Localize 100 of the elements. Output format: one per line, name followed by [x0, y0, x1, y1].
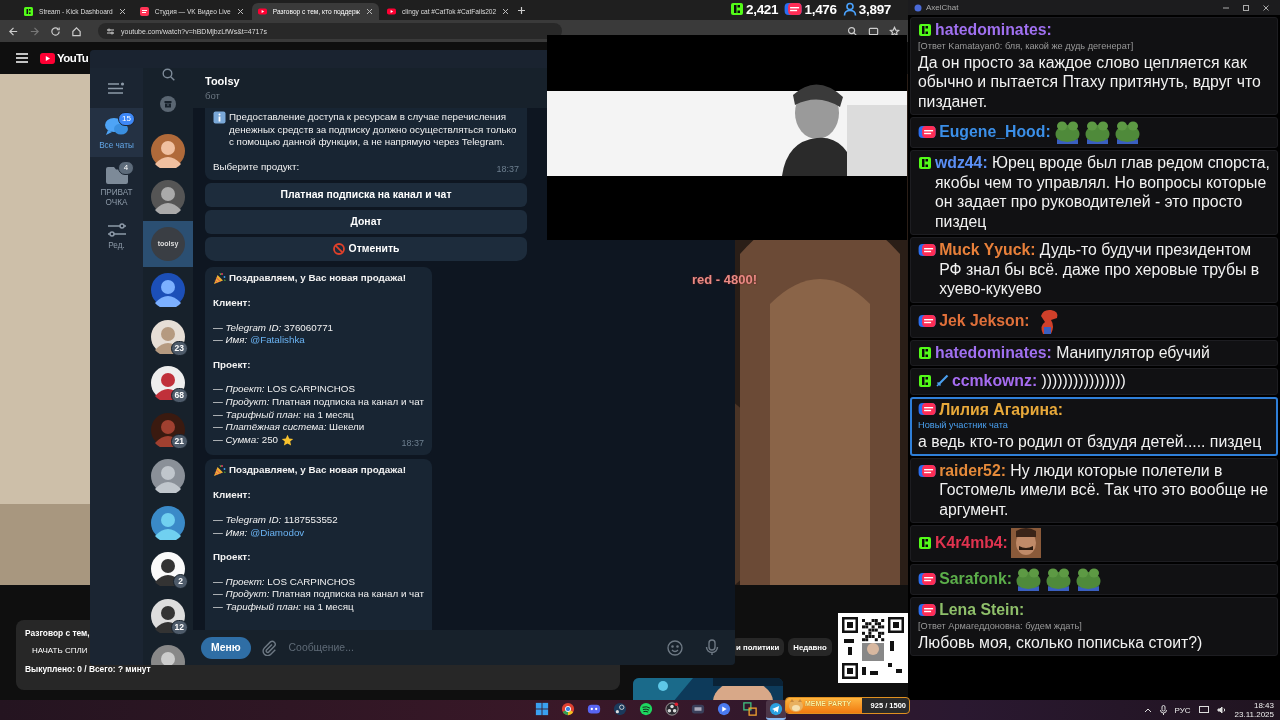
emote-icon — [1015, 567, 1043, 591]
favicon-icon — [24, 7, 33, 16]
chat-list-item[interactable]: 68 — [143, 360, 193, 407]
counter-value: 3,897 — [858, 1, 892, 17]
kick-icon — [918, 374, 932, 388]
star-icon[interactable] — [889, 25, 900, 37]
avatar-icon — [151, 366, 185, 401]
folder-tab[interactable]: 4 ПРИВАТ ОЧКА — [90, 157, 143, 214]
play-icon — [40, 52, 55, 64]
emoji-icon[interactable] — [667, 639, 683, 656]
kick-icon — [918, 156, 932, 170]
reply-text: [Ответ Армагеддоновна: будем ждать] — [918, 619, 1083, 633]
logo[interactable]: YouTu — [40, 52, 89, 64]
counter-value: 2,421 — [746, 1, 779, 17]
kick-icon — [730, 2, 744, 16]
field-text: — Продукт: Платная подписка на канал и чат — [213, 395, 424, 409]
unread-badge: 4 — [118, 161, 134, 175]
folder-tab[interactable]: 15 Все чаты — [90, 108, 143, 157]
notice-text: Новый участник чата — [918, 419, 1009, 432]
new-tab-icon[interactable] — [517, 5, 527, 15]
message-title: Поздравляем, у Вас новая продажа! — [229, 271, 406, 285]
monitor-icon[interactable] — [1198, 706, 1209, 714]
kick-icon — [918, 345, 932, 360]
field-text: — Проект: LOS CARPINCHOS — [213, 383, 355, 396]
message-text: а ведь кто-то родил от бздудя детей..... пиздец — [918, 432, 1263, 452]
back-icon[interactable] — [8, 25, 19, 37]
username-link[interactable]: @Diamodov — [250, 526, 305, 540]
chat-list-item[interactable]: 12 — [143, 592, 193, 639]
message-text: raider52: Ну люди которые полетели в Гостомель имели всё. Так что это вообще не аргумент. — [939, 460, 1269, 519]
start-button[interactable]: НАЧАТЬ СПЛИ — [25, 644, 95, 656]
chat-list-item[interactable]: 2 — [143, 546, 193, 593]
live-badge-icon — [918, 125, 937, 139]
dog-icon — [788, 699, 804, 712]
avatar-icon — [151, 133, 185, 168]
chevron-up-icon[interactable] — [1143, 707, 1152, 713]
prohibited-icon — [332, 242, 345, 255]
username: Лилия Агарина: — [939, 399, 1064, 419]
search-icon[interactable] — [161, 68, 175, 81]
sliders-icon — [106, 222, 127, 238]
close-icon[interactable] — [118, 8, 126, 15]
field-text: — Проект: LOS CARPINCHOS — [213, 575, 355, 589]
username: hatedominates: — [935, 20, 1052, 40]
field-text: — Тарифный план: на 1 месяц — [213, 408, 354, 422]
video-title: Разговор с тем, — [25, 628, 90, 638]
chat-list-item[interactable]: 23 — [143, 313, 193, 360]
person-icon — [842, 2, 857, 16]
close-icon[interactable] — [502, 8, 510, 15]
forward-icon[interactable] — [29, 25, 40, 37]
message-text: Выберите продукт: — [213, 160, 300, 174]
star-icon — [281, 433, 295, 447]
speaker-icon[interactable] — [1216, 706, 1227, 714]
archive-icon[interactable] — [160, 96, 176, 113]
reload-icon[interactable] — [50, 25, 61, 37]
live-badge-icon — [918, 463, 937, 478]
message-composer[interactable]: Меню Сообщение... — [193, 630, 735, 665]
avatar-icon — [151, 552, 185, 587]
clock[interactable]: 18:43 23.11.2025 — [1234, 701, 1274, 719]
cast-icon[interactable] — [868, 25, 879, 37]
avatar-icon — [151, 459, 185, 494]
close-icon[interactable] — [366, 8, 373, 15]
folder-tab[interactable]: Ред. — [90, 214, 143, 257]
app-icon — [914, 3, 922, 12]
chat-subtitle: бот — [205, 90, 221, 101]
menu-button[interactable]: Меню — [201, 636, 251, 659]
message-field[interactable]: Сообщение... — [286, 641, 657, 654]
info-icon — [213, 111, 226, 124]
attach-icon[interactable] — [260, 639, 277, 656]
username-link[interactable]: @Fatalishka — [250, 334, 305, 347]
field-text: — Продукт: Платная подписка на канал и чат — [213, 588, 424, 601]
live-badge-icon — [918, 602, 937, 617]
username: Sarafonk: — [939, 569, 1013, 589]
favicon-icon — [139, 7, 149, 16]
section-heading: Проект: — [213, 551, 251, 564]
bot-button[interactable]: Платная подписка на канал и чат — [205, 182, 527, 207]
kick-icon — [918, 536, 932, 550]
site-info-icon[interactable] — [106, 26, 115, 36]
paper-plane-icon[interactable] — [766, 700, 786, 720]
field-text: — Тарифный план: на 1 месяц — [213, 600, 354, 614]
section-heading: Клиент: — [213, 489, 251, 502]
live-badge-icon — [918, 313, 937, 328]
live-badge-icon — [918, 243, 937, 257]
bot-button[interactable]: Отменить — [205, 236, 527, 261]
zoom-icon[interactable] — [847, 25, 858, 37]
bot-button[interactable]: Донат — [205, 209, 527, 234]
emote-icon — [1075, 567, 1103, 591]
alert-text: red - 4800! — [692, 272, 758, 287]
emote-icon — [1083, 120, 1111, 144]
message-text: Любовь моя, сколько пописька стоит?) — [918, 632, 1204, 652]
message-text: wdz44: Юрец вроде был глав редом спорста, якобы чем то управлял. Но вопросы которые он задает про руководителей - это просто пиздец — [935, 153, 1270, 231]
microphone-icon[interactable] — [1159, 705, 1167, 715]
status-text: Выкуплено: 0 / Всего: ? минут — [25, 664, 151, 674]
message-time: 18:37 — [496, 163, 519, 176]
language-indicator[interactable]: РУС — [1174, 705, 1191, 715]
close-icon[interactable] — [236, 8, 244, 15]
avatar-icon — [151, 273, 185, 308]
chat-list-item[interactable]: 21 — [143, 406, 193, 453]
message-text: Предоставление доступа к ресурсам в случае перечисления денежных средств за подписку должно осуществляться только с помощью данной функции, а не напрямую через Telegram. — [229, 111, 518, 149]
menu-icon[interactable] — [108, 81, 125, 95]
message-text: Да он просто за каждое слово цепляется как обычно и пытается Птаху притянуть, вдруг что пизданет. — [918, 52, 1262, 111]
home-icon[interactable] — [71, 25, 82, 37]
